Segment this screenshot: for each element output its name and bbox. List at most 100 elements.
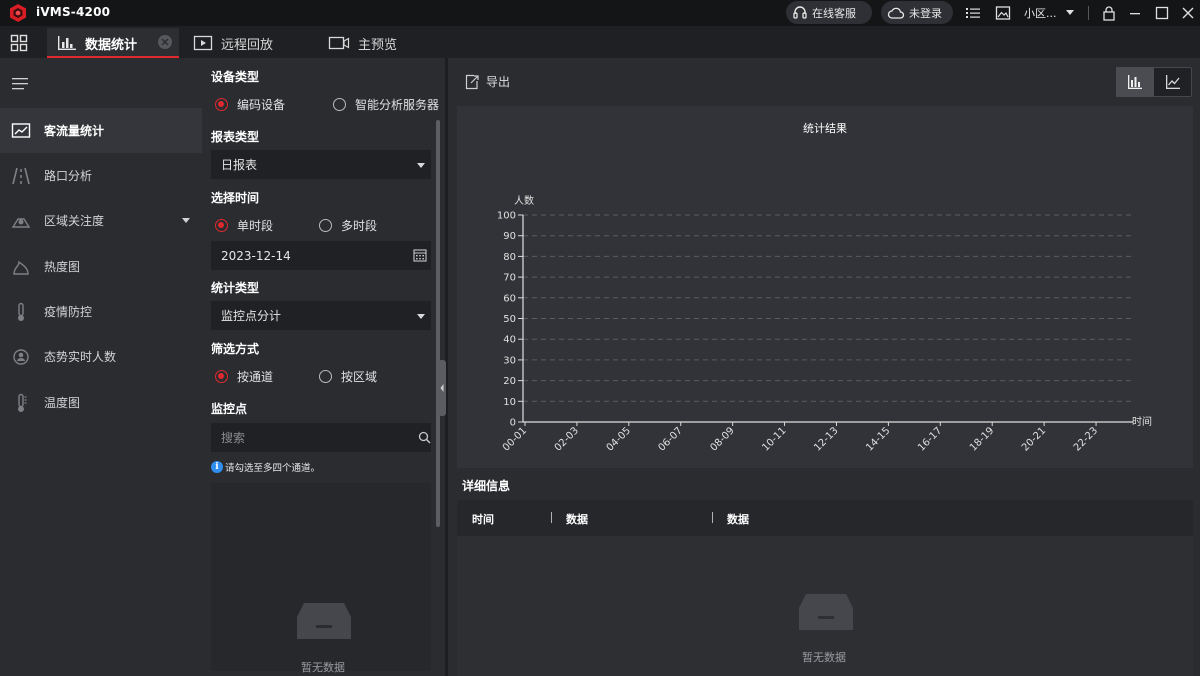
close-tab-icon[interactable]: [158, 35, 172, 49]
stat-type-select[interactable]: 监控点分计: [211, 301, 431, 330]
line-chart-icon: [1166, 75, 1180, 89]
nav-item-heatmap[interactable]: 热度图: [0, 244, 202, 289]
nav-item-epidemic-control[interactable]: 疫情防控: [0, 289, 202, 334]
x-tick-label: 04-05: [605, 425, 633, 453]
column-header-data[interactable]: 数据: [566, 511, 588, 527]
radio-by-area[interactable]: 按区域: [319, 368, 377, 385]
radio-selected-icon: [215, 370, 228, 383]
nav-item-label: 区域关注度: [44, 214, 105, 228]
people-count-icon: [11, 122, 31, 138]
area-heat-icon: [11, 217, 31, 228]
bar-chart-toggle-button[interactable]: [1116, 67, 1154, 97]
chevron-down-icon: [417, 314, 425, 319]
column-header-time[interactable]: 时间: [472, 511, 494, 527]
nav-item-road-analysis[interactable]: 路口分析: [0, 153, 202, 198]
radio-label: 按通道: [237, 370, 274, 384]
headset-icon: [793, 5, 807, 19]
minimize-icon[interactable]: [1127, 5, 1143, 21]
x-tick-label: 16-17: [916, 425, 944, 453]
filter-scrollbar[interactable]: [436, 120, 440, 527]
nav-item-people-count[interactable]: 客流量统计: [0, 108, 202, 153]
report-type-title: 报表类型: [211, 130, 260, 144]
radio-label: 智能分析服务器: [355, 98, 440, 112]
playback-icon: [193, 35, 213, 51]
y-tick-label: 10: [503, 397, 516, 408]
realtime-people-icon: [13, 348, 29, 365]
nav-item-temperature-map[interactable]: 温度图: [0, 380, 202, 425]
online-support-label: 在线客服: [812, 6, 856, 20]
radio-analysis-server[interactable]: 智能分析服务器: [333, 96, 439, 113]
x-tick-label: 20-21: [1020, 425, 1048, 453]
login-status-button[interactable]: 未登录: [881, 1, 953, 24]
tab-main-preview[interactable]: 主预览: [328, 28, 438, 58]
column-divider[interactable]: [551, 512, 552, 523]
nav-item-label: 热度图: [44, 260, 81, 274]
device-type-title: 设备类型: [211, 70, 260, 84]
nav-item-realtime-people[interactable]: 态势实时人数: [0, 334, 202, 379]
nav-item-area-attention[interactable]: 区域关注度: [0, 198, 202, 243]
tab-label: 远程回放: [221, 37, 274, 53]
report-type-value: 日报表: [221, 158, 258, 172]
list-menu-icon[interactable]: [965, 5, 981, 21]
collapse-panel-handle[interactable]: [438, 360, 446, 416]
online-support-button[interactable]: 在线客服: [786, 1, 872, 24]
heatmap-icon: [13, 260, 29, 275]
user-dropdown-caret-icon[interactable]: [1066, 10, 1074, 15]
collapse-menu-icon[interactable]: [12, 78, 28, 90]
camera-icon: [328, 36, 350, 50]
tab-bar: [0, 26, 1200, 58]
radio-selected-icon: [215, 98, 228, 111]
nav-item-label: 疫情防控: [44, 305, 93, 319]
search-input[interactable]: 搜索: [211, 423, 431, 452]
search-placeholder: 搜索: [221, 431, 246, 445]
x-tick-label: 02-03: [553, 425, 581, 453]
monitor-point-title: 监控点: [211, 402, 248, 416]
app-title: iVMS-4200: [36, 5, 111, 19]
thermometer-icon: [18, 302, 24, 321]
radio-unselected-icon: [333, 98, 346, 111]
login-status-label: 未登录: [909, 6, 942, 20]
radio-by-channel[interactable]: 按通道: [215, 368, 273, 385]
radio-unselected-icon: [319, 370, 332, 383]
x-tick-label: 10-11: [760, 425, 788, 453]
date-picker[interactable]: 2023-12-14: [211, 241, 431, 270]
radio-label: 单时段: [237, 219, 274, 233]
y-tick-label: 60: [503, 293, 516, 304]
calendar-icon[interactable]: [413, 248, 427, 262]
statistics-chart: 统计结果人数 0 10 20 30 40 50 60 70 80 90 100 00-01 02-03 04…: [497, 122, 1152, 454]
column-header-data[interactable]: 数据: [727, 511, 749, 527]
radio-encoder-device[interactable]: 编码设备: [215, 96, 285, 113]
column-divider[interactable]: [712, 512, 713, 523]
chart-panel: 统计结果 人数 0 10 20 30 40 50 60 70 80 90 100 00-01 02-03 04…: [457, 106, 1193, 468]
apps-grid-icon[interactable]: [10, 34, 28, 52]
table-body: 暂无数据: [457, 536, 1193, 676]
radio-multi-period[interactable]: 多时段: [319, 217, 377, 234]
detail-info-title: 详细信息: [462, 479, 511, 493]
channel-hint-text: 请勾选至多四个通道。: [225, 463, 321, 474]
y-tick-label: 0: [510, 418, 516, 429]
x-tick-label: 12-13: [812, 425, 840, 453]
line-chart-toggle-button[interactable]: [1154, 67, 1192, 97]
bar-chart-icon: [58, 36, 76, 50]
left-navigation: 客流量统计 路口分析 区域关注度 热度图 疫情防控 态势实时人数 温度图: [0, 58, 202, 676]
maximize-icon[interactable]: [1154, 5, 1170, 21]
nav-item-label: 客流量统计: [44, 124, 105, 138]
user-dropdown[interactable]: 小区...: [1024, 5, 1057, 21]
y-tick-label: 20: [503, 376, 516, 387]
stat-type-value: 监控点分计: [221, 309, 282, 323]
export-button[interactable]: 导出: [464, 73, 510, 90]
radio-single-period[interactable]: 单时段: [215, 217, 273, 234]
radio-label: 按区域: [341, 370, 378, 384]
lock-icon[interactable]: [1101, 5, 1117, 21]
close-icon[interactable]: [1180, 5, 1196, 21]
y-tick-label: 70: [503, 273, 516, 284]
search-icon[interactable]: [418, 431, 431, 444]
tab-remote-playback[interactable]: 远程回放: [193, 28, 303, 58]
x-axis-label: 时间: [1132, 415, 1152, 428]
image-icon[interactable]: [995, 5, 1011, 21]
monitor-point-list[interactable]: 暂无数据: [211, 483, 431, 674]
report-type-select[interactable]: 日报表: [211, 150, 431, 179]
y-tick-label: 40: [503, 335, 516, 346]
y-axis-label: 人数: [514, 194, 534, 207]
nav-item-label: 温度图: [44, 396, 81, 410]
